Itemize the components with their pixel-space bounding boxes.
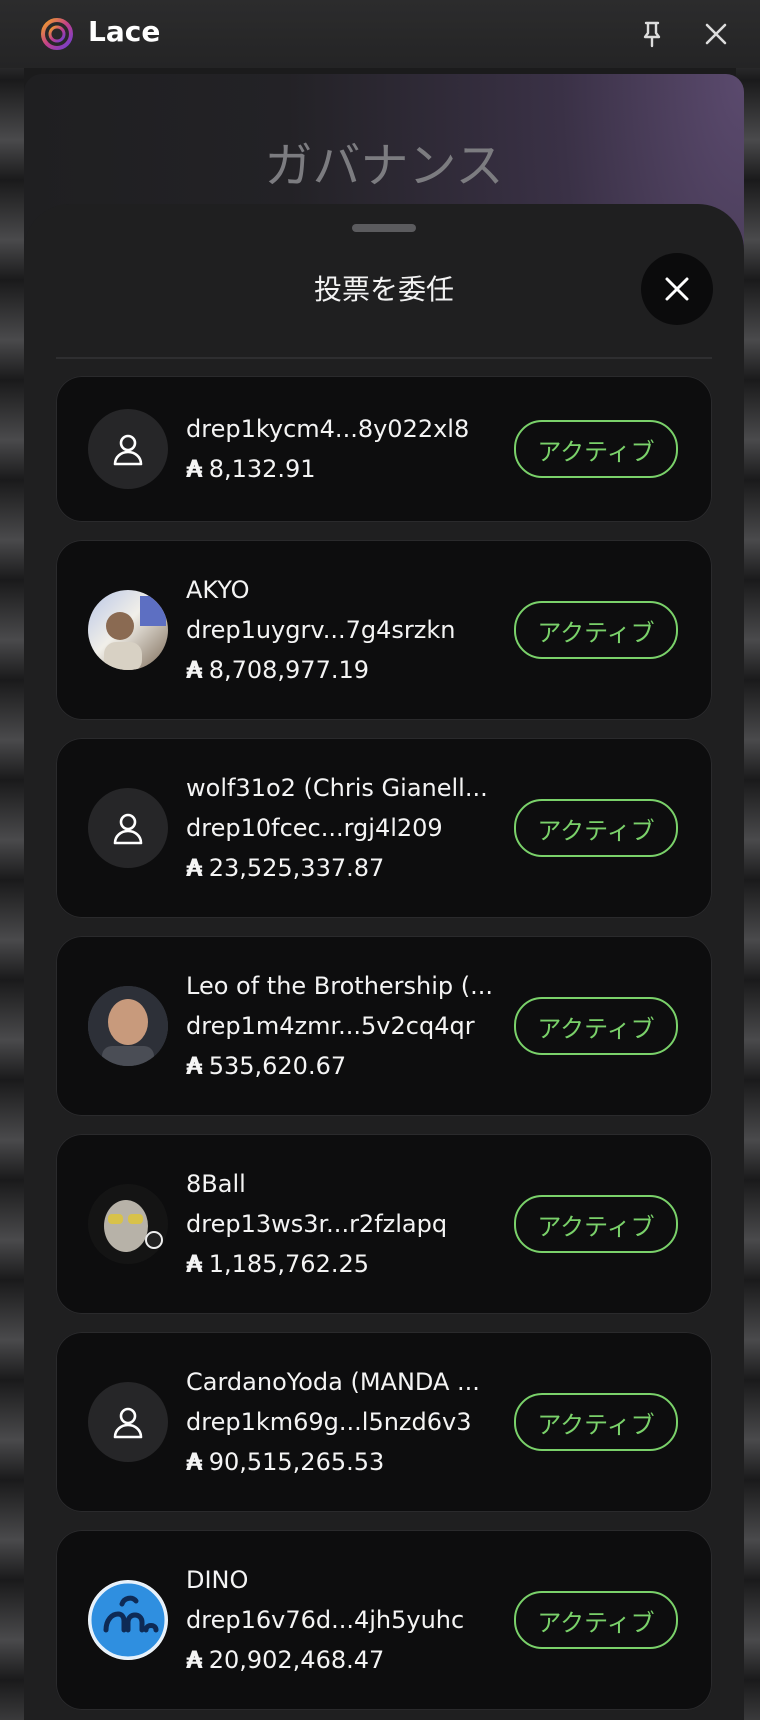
- user-placeholder-icon: [113, 434, 143, 466]
- drep-id: drep1kycm4...8y022xl8: [186, 415, 470, 443]
- dino-logo-icon: [88, 1580, 168, 1660]
- lace-logo-icon: [41, 18, 73, 50]
- avatar: [88, 788, 168, 868]
- delegate-sheet: 投票を委任 drep1kycm4...8y022xl8 ₳ 8,132.91 アク…: [24, 204, 744, 1720]
- status-badge: アクティブ: [514, 601, 678, 659]
- ada-icon: ₳: [186, 656, 203, 684]
- drep-amount: 1,185,762.25: [208, 1250, 370, 1278]
- page-title: ガバナンス: [264, 138, 504, 194]
- drep-card[interactable]: 8Ball drep13ws3r...r2fzlapq ₳ 1,185,762.2…: [56, 1134, 712, 1314]
- drep-card[interactable]: wolf31o2 (Chris Gianell... drep10fcec...…: [56, 738, 712, 918]
- drep-card[interactable]: Leo of the Brothership (... drep1m4zmr..…: [56, 936, 712, 1116]
- status-badge: アクティブ: [514, 420, 678, 478]
- drep-id: drep13ws3r...r2fzlapq: [186, 1210, 448, 1238]
- avatar: [88, 1184, 168, 1264]
- ada-icon: ₳: [186, 455, 203, 483]
- drep-card[interactable]: CardanoYoda (MANDA ... drep1km69g...l5nz…: [56, 1332, 712, 1512]
- drep-card[interactable]: AKYO drep1uygrv...7g4srzkn ₳ 8,708,977.19…: [56, 540, 712, 720]
- drep-name: DINO: [186, 1566, 249, 1594]
- drep-amount: 8,708,977.19: [208, 656, 370, 684]
- drep-list: drep1kycm4...8y022xl8 ₳ 8,132.91 アクティブ AK…: [56, 376, 712, 1720]
- drep-id: drep1uygrv...7g4srzkn: [186, 616, 456, 644]
- sheet-title: 投票を委任: [313, 273, 454, 306]
- divider: [56, 357, 712, 359]
- avatar-photo: [88, 986, 168, 1066]
- status-badge: アクティブ: [514, 1393, 678, 1451]
- window-edge-left: [0, 0, 24, 1720]
- ada-icon: ₳: [186, 1448, 203, 1476]
- drep-card[interactable]: DINO drep16v76d...4jh5yuhc ₳ 20,902,468.4…: [56, 1530, 712, 1710]
- drag-handle[interactable]: [352, 224, 416, 232]
- status-badge: アクティブ: [514, 997, 678, 1055]
- ada-icon: ₳: [186, 1646, 203, 1674]
- close-icon: [665, 277, 689, 301]
- status-badge: アクティブ: [514, 1591, 678, 1649]
- drep-amount: 90,515,265.53: [208, 1448, 385, 1476]
- drep-card[interactable]: drep1kycm4...8y022xl8 ₳ 8,132.91 アクティブ: [56, 376, 712, 522]
- drep-amount: 8,132.91: [208, 455, 316, 483]
- drep-amount: 20,902,468.47: [208, 1646, 385, 1674]
- title-bar: Lace: [0, 0, 760, 68]
- avatar: [88, 409, 168, 489]
- avatar: [88, 590, 168, 670]
- drep-name: wolf31o2 (Chris Gianell...: [186, 774, 488, 802]
- drep-amount: 23,525,337.87: [208, 854, 385, 882]
- ada-icon: ₳: [186, 1250, 203, 1278]
- avatar: [88, 1382, 168, 1462]
- ada-icon: ₳: [186, 1052, 203, 1080]
- status-badge: アクティブ: [514, 1195, 678, 1253]
- drep-name: 8Ball: [186, 1170, 246, 1198]
- drep-name: CardanoYoda (MANDA ...: [186, 1368, 480, 1396]
- avatar-photo: [88, 1184, 168, 1264]
- app-name: Lace: [88, 15, 161, 48]
- avatar-photo: [104, 596, 166, 670]
- avatar: [88, 986, 168, 1066]
- user-placeholder-icon: [113, 1407, 143, 1439]
- drep-name: Leo of the Brothership (...: [186, 972, 494, 1000]
- drep-id: drep1m4zmr...5v2cq4qr: [186, 1012, 475, 1040]
- drep-id: drep16v76d...4jh5yuhc: [186, 1606, 465, 1634]
- status-badge: アクティブ: [514, 799, 678, 857]
- drep-name: AKYO: [186, 576, 250, 604]
- close-sheet-button[interactable]: [641, 253, 713, 325]
- drep-id: drep1km69g...l5nzd6v3: [186, 1408, 472, 1436]
- drep-id: drep10fcec...rgj4l209: [186, 814, 443, 842]
- ada-icon: ₳: [186, 854, 203, 882]
- avatar: [88, 1580, 168, 1660]
- pin-icon[interactable]: [636, 18, 668, 50]
- user-placeholder-icon: [113, 813, 143, 845]
- close-window-icon[interactable]: [700, 18, 732, 50]
- drep-amount: 535,620.67: [208, 1052, 347, 1080]
